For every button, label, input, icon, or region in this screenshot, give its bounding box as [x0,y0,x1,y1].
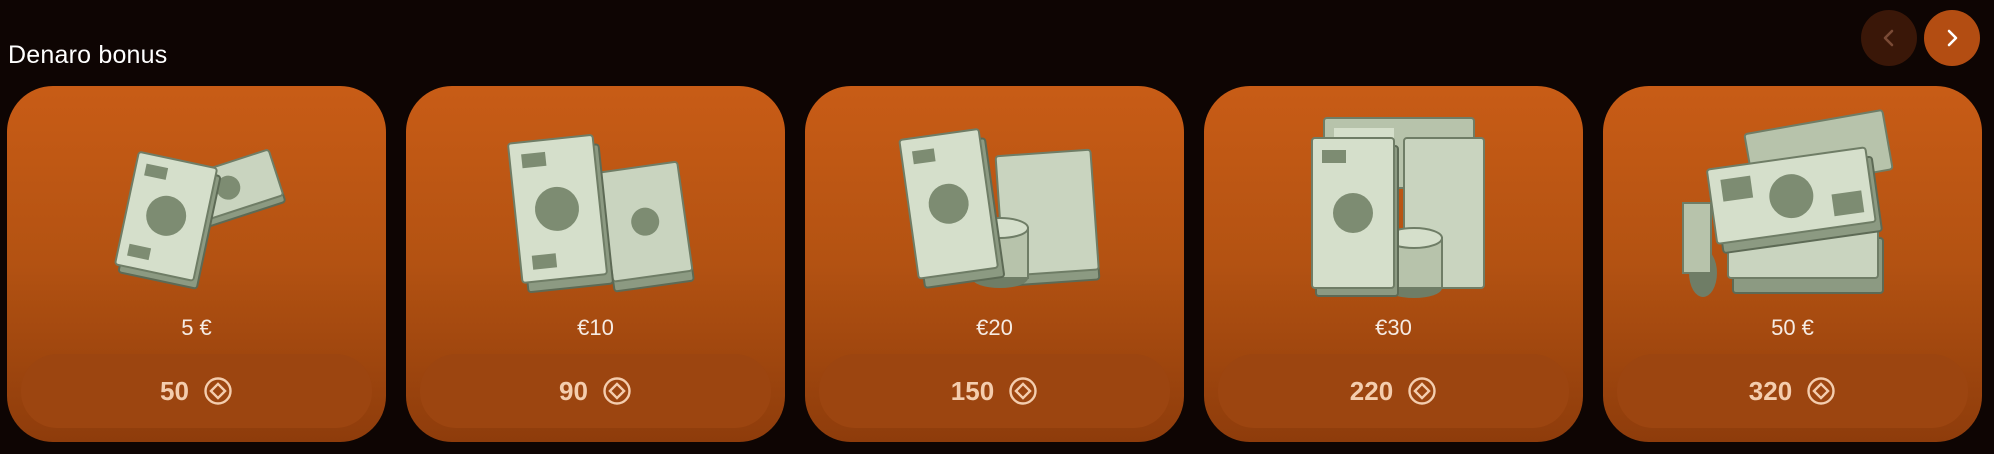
chevron-left-icon [1883,29,1894,47]
bonus-price: €20 [976,315,1013,340]
chevron-right-icon [1947,29,1958,47]
bonus-card[interactable]: €10 90 [406,86,785,442]
bonus-price: 5 € [181,315,212,340]
buy-button[interactable]: 320 [1617,354,1968,428]
coin-icon [204,377,232,405]
bonus-card[interactable]: €30 220 [1204,86,1583,442]
section-title: Denaro bonus [8,40,168,69]
cash-stack-image [1204,108,1583,308]
cash-stack-image [1603,108,1982,308]
buy-amount: 90 [559,375,588,406]
buy-amount: 220 [1349,375,1394,406]
coin-icon [1807,377,1835,405]
cash-stack-image [805,108,1184,308]
bonus-price: 50 € [1771,315,1814,340]
buy-button[interactable]: 150 [819,354,1170,428]
buy-button[interactable]: 90 [420,354,771,428]
cash-stack-image [7,108,386,308]
cash-stack-image [406,108,785,308]
bonus-price: €30 [1375,315,1412,340]
buy-button[interactable]: 50 [21,354,372,428]
coin-icon [1408,377,1436,405]
bonus-card[interactable]: 5 € 50 [7,86,386,442]
buy-amount: 320 [1748,375,1793,406]
next-button[interactable] [1924,10,1980,66]
buy-button[interactable]: 220 [1218,354,1569,428]
buy-amount: 150 [950,375,995,406]
prev-button[interactable] [1861,10,1917,66]
coin-icon [1009,377,1037,405]
coin-icon [603,377,631,405]
buy-amount: 50 [160,375,189,406]
bonus-card[interactable]: €20 150 [805,86,1184,442]
bonus-card[interactable]: 50 € 320 [1603,86,1982,442]
carousel-nav [1861,10,1980,66]
bonus-price: €10 [577,315,614,340]
bonus-card-list: 5 € 50 €10 90 €20 150 €30 220 50 € 320 [7,86,1982,442]
